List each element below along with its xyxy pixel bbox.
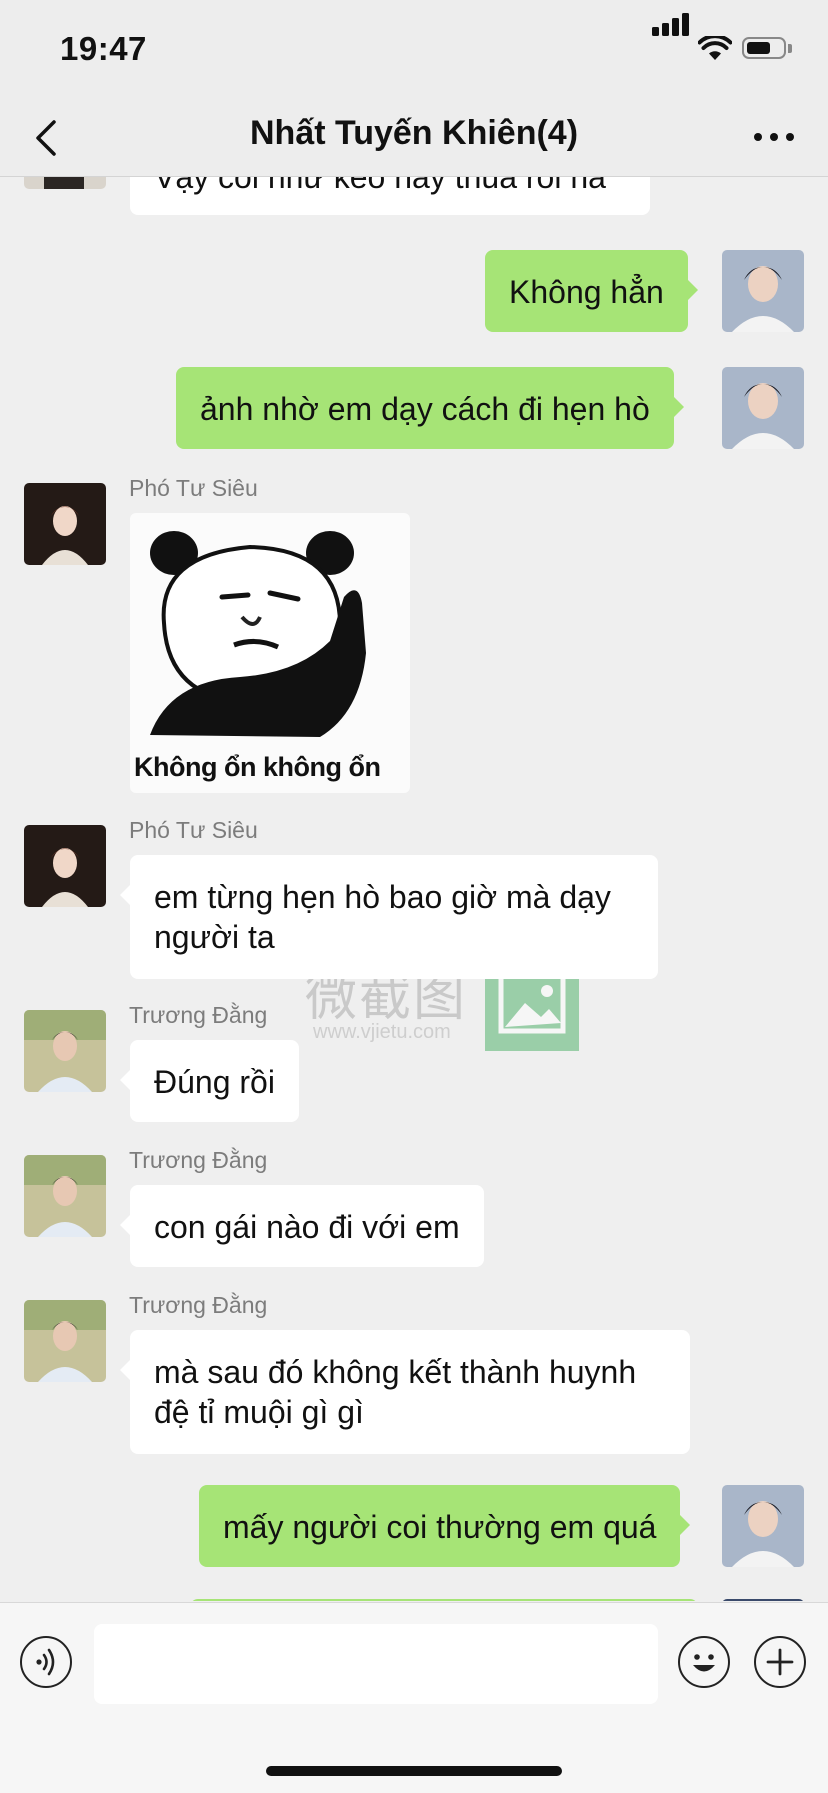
message-bubble[interactable]: ảnh nhờ em dạy cách đi hẹn hò xyxy=(176,367,684,449)
chat-title: Nhất Tuyến Khiên(4) xyxy=(249,114,579,152)
status-time: 19:47 xyxy=(60,30,147,67)
message-bubble[interactable]: mà sau đó không kết thành huynh đệ tỉ mu… xyxy=(120,1330,690,1454)
panda-meme-icon xyxy=(150,531,366,737)
my-avatar[interactable] xyxy=(722,1485,804,1567)
sender-name: Trương Đằng xyxy=(129,1292,268,1318)
input-bar xyxy=(0,1602,828,1793)
watermark-url: www.vjietu.com xyxy=(313,1021,451,1043)
avatar[interactable] xyxy=(24,825,106,907)
emoji-icon[interactable] xyxy=(678,1636,730,1688)
battery-icon xyxy=(742,37,786,59)
home-indicator xyxy=(266,1766,562,1776)
message-bubble[interactable] xyxy=(190,1599,698,1601)
status-bar: 19:47 xyxy=(0,0,828,100)
sender-name: Trương Đằng xyxy=(129,1147,268,1173)
avatar[interactable] xyxy=(24,483,106,565)
message-list[interactable]: Vậy coi như kèo này thua rồi hả Không hẳ… xyxy=(0,177,828,1601)
avatar[interactable] xyxy=(24,1300,106,1382)
my-avatar[interactable] xyxy=(722,250,804,332)
avatar[interactable] xyxy=(24,1155,106,1237)
sender-name: Phó Tư Siêu xyxy=(129,475,258,501)
sticker-caption: Không ổn không ổn xyxy=(134,752,381,782)
message-input[interactable] xyxy=(94,1624,658,1704)
sticker-image[interactable]: Không ổn không ổn xyxy=(130,513,410,793)
my-avatar[interactable] xyxy=(722,1599,804,1601)
sender-name: Phó Tư Siêu xyxy=(129,817,258,843)
message-bubble[interactable]: Đúng rồi xyxy=(120,1040,299,1122)
wifi-icon xyxy=(698,36,732,60)
message-bubble[interactable]: em từng hẹn hò bao giờ mà dạy người ta xyxy=(120,855,658,979)
plus-icon[interactable] xyxy=(754,1636,806,1688)
voice-icon[interactable] xyxy=(20,1636,72,1688)
message-bubble[interactable]: Vậy coi như kèo này thua rồi hả xyxy=(130,177,650,215)
message-bubble[interactable]: Không hẳn xyxy=(485,250,698,332)
my-avatar[interactable] xyxy=(722,367,804,449)
message-bubble[interactable]: mấy người coi thường em quá xyxy=(199,1485,691,1567)
avatar[interactable] xyxy=(24,177,106,189)
sender-name: Trương Đằng xyxy=(129,1002,268,1028)
avatar[interactable] xyxy=(24,1010,106,1092)
more-icon[interactable] xyxy=(752,122,796,152)
chat-header: Nhất Tuyến Khiên(4) xyxy=(0,100,828,177)
message-bubble[interactable]: con gái nào đi với em xyxy=(120,1185,484,1267)
